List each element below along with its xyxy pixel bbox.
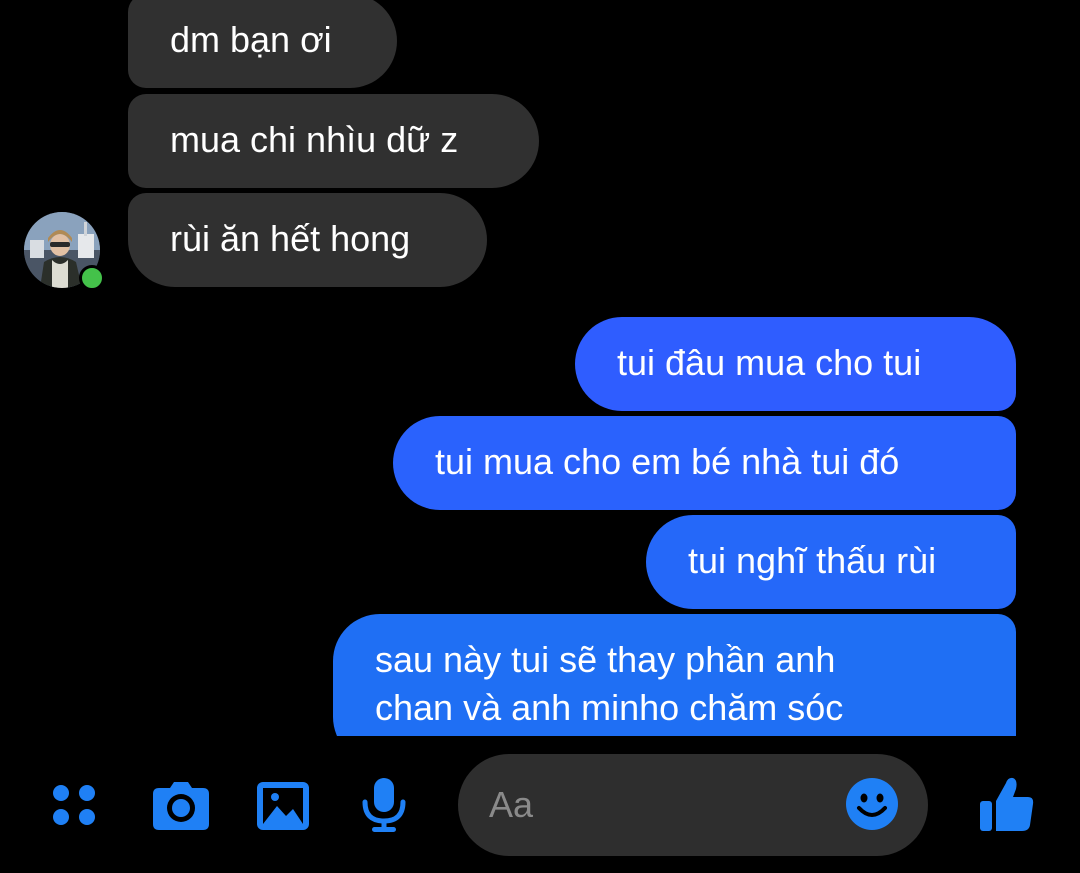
message-input[interactable] xyxy=(489,781,819,829)
outgoing-message[interactable]: tui nghĩ thấu rùi xyxy=(646,515,1016,609)
outgoing-message[interactable]: tui mua cho em bé nhà tui đó xyxy=(393,416,1016,510)
incoming-message[interactable]: rùi ăn hết hong xyxy=(128,193,487,287)
incoming-message[interactable]: mua chi nhìu dữ z xyxy=(128,94,539,188)
apps-icon[interactable] xyxy=(50,780,98,828)
gallery-icon[interactable] xyxy=(255,780,311,832)
message-line: chan và anh minho chăm sóc xyxy=(375,687,844,728)
microphone-icon[interactable] xyxy=(359,776,409,834)
like-icon[interactable] xyxy=(978,775,1036,833)
message-line: sau này tui sẽ thay phần anh xyxy=(375,639,836,680)
online-status-indicator xyxy=(79,265,105,291)
emoji-icon[interactable] xyxy=(844,776,900,832)
outgoing-message[interactable]: sau này tui sẽ thay phần anh chan và anh… xyxy=(333,614,1016,736)
camera-icon[interactable] xyxy=(151,780,211,832)
message-list[interactable]: dm bạn ơi mua chi nhìu dữ z rùi ăn hết h… xyxy=(0,0,1080,736)
message-input-container[interactable] xyxy=(458,754,928,856)
incoming-message[interactable]: dm bạn ơi xyxy=(128,0,397,88)
outgoing-message[interactable]: tui đâu mua cho tui xyxy=(575,317,1016,411)
